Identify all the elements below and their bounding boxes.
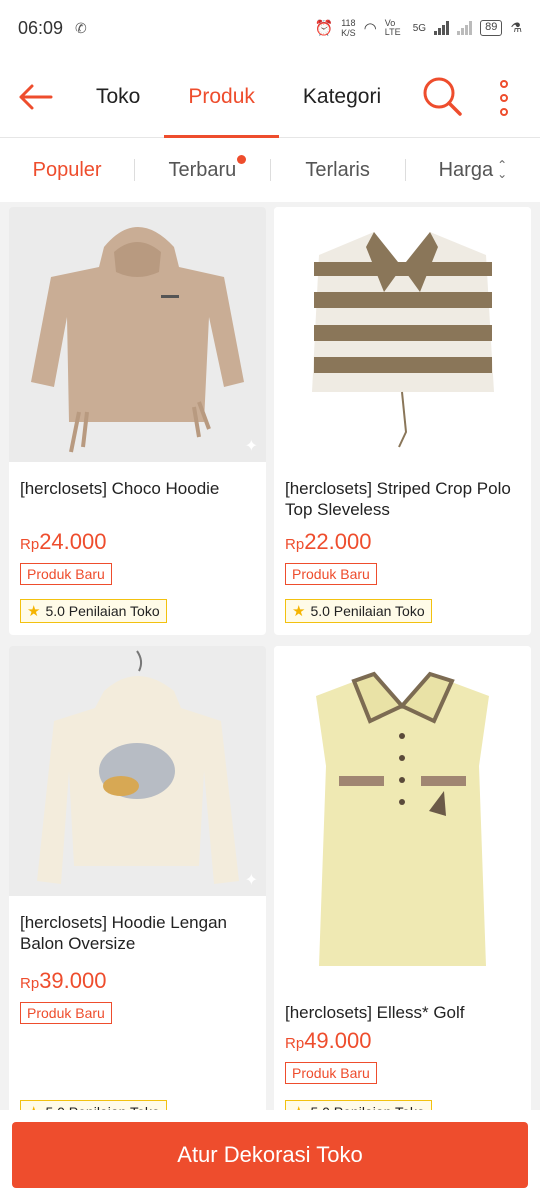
sparkle-icon: ✦ [244, 872, 258, 889]
product-image[interactable] [274, 207, 531, 462]
sort-harga[interactable]: Harga ⌃ ⌄ [406, 159, 540, 182]
status-time: 06:09 [18, 17, 64, 38]
sort-terbaru[interactable]: Terbaru [135, 154, 269, 182]
striped-polo-illustration [274, 207, 531, 462]
more-dot-icon [500, 94, 508, 102]
new-product-badge: Produk Baru [285, 563, 377, 585]
price-currency: Rp [285, 1035, 305, 1052]
star-icon: ★ [27, 603, 41, 620]
product-title: [herclosets] Choco Hoodie [20, 479, 220, 498]
arrow-left-icon [19, 84, 53, 109]
tab-produk[interactable]: Produk [164, 56, 279, 138]
price-currency: Rp [20, 536, 40, 553]
app-root: 06:09 ✆ ⏰ 118 K/S ◠ Vo LTE 5G 89 ⚗ Toko … [0, 0, 540, 1200]
signal-icon [434, 21, 450, 35]
star-icon: ★ [292, 603, 306, 620]
yellow-polo-illustration [274, 646, 531, 986]
net-speed-unit: K/S [341, 28, 356, 38]
shop-rating-badge: ★5.0 Penilaian Toko [20, 599, 167, 623]
shop-rating-badge: ★5.0 Penilaian Toko [285, 599, 432, 623]
product-title: [herclosets] Elless* Golf [285, 1003, 465, 1022]
sort-terlaris-label: Terlaris [305, 158, 370, 181]
product-price: Rp49.000 [274, 1028, 382, 1054]
price-value: 24.000 [39, 529, 107, 554]
sort-harga-label: Harga [438, 158, 494, 181]
alarm-icon: ⏰ [314, 20, 334, 37]
price-value: 22.000 [304, 529, 372, 554]
product-image[interactable] [274, 646, 531, 986]
price-currency: Rp [285, 536, 305, 553]
product-price: Rp39.000 [9, 968, 117, 994]
search-icon [423, 77, 462, 116]
sparkle-icon: ✦ [244, 438, 258, 455]
product-title: [herclosets] Striped Crop Polo Top Sleve… [285, 479, 511, 519]
product-image[interactable]: ✦ [9, 646, 266, 896]
back-button[interactable] [0, 56, 70, 138]
product-card[interactable]: [herclosets] Elless* Golf Rp49.000 Produ… [274, 646, 531, 1116]
product-card[interactable]: [herclosets] Striped Crop Polo Top Sleve… [274, 207, 531, 635]
product-price: Rp24.000 [9, 529, 117, 555]
battery-indicator: 89 [480, 20, 503, 36]
shop-decoration-button[interactable]: Atur Dekorasi Toko [12, 1122, 528, 1188]
more-dot-icon [500, 80, 508, 88]
network-label: 5G [412, 22, 427, 34]
sort-terbaru-label: Terbaru [168, 158, 237, 181]
tab-toko[interactable]: Toko [96, 56, 140, 138]
new-product-badge: Produk Baru [285, 1062, 377, 1084]
cream-hoodie-illustration [9, 646, 266, 896]
hoodie-illustration [9, 207, 266, 462]
product-card[interactable]: ✦ [herclosets] Choco Hoodie Rp24.000 Pro… [9, 207, 266, 635]
top-nav: Toko Produk Kategori [0, 56, 540, 138]
product-price: Rp22.000 [274, 529, 382, 555]
status-bar: 06:09 ✆ ⏰ 118 K/S ◠ Vo LTE 5G 89 ⚗ [0, 0, 540, 56]
tab-kategori[interactable]: Kategori [303, 56, 381, 138]
search-button[interactable] [420, 74, 464, 118]
sort-bar: Populer Terbaru Terlaris Harga ⌃ ⌄ [0, 138, 540, 202]
bottom-bar: Atur Dekorasi Toko [0, 1110, 540, 1200]
sort-populer[interactable]: Populer [0, 159, 134, 182]
price-value: 39.000 [39, 968, 107, 993]
notification-dot [236, 154, 246, 164]
new-product-badge: Produk Baru [20, 563, 112, 585]
rating-text: 5.0 Penilaian Toko [45, 603, 160, 619]
status-icons: ⏰ 118 K/S ◠ Vo LTE 5G 89 ⚗ [314, 18, 522, 38]
sort-populer-label: Populer [32, 158, 102, 181]
new-product-badge: Produk Baru [20, 1002, 112, 1024]
volte-label: Vo LTE [384, 18, 401, 37]
wifi-icon: ◠ [363, 20, 377, 37]
price-value: 49.000 [304, 1028, 372, 1053]
price-currency: Rp [20, 975, 40, 992]
more-dot-icon [500, 108, 508, 116]
signal-icon-2 [457, 21, 473, 35]
net-speed-value: 118 [341, 18, 356, 28]
product-image[interactable]: ✦ [9, 207, 266, 462]
phone-call-icon: ✆ [75, 19, 87, 36]
rating-text: 5.0 Penilaian Toko [310, 603, 425, 619]
product-card[interactable]: ✦ [herclosets] Hoodie Lengan Balon Overs… [9, 646, 266, 1116]
product-title: [herclosets] Hoodie Lengan Balon Oversiz… [20, 913, 227, 953]
net-speed: 118 K/S [341, 18, 356, 38]
sort-terlaris[interactable]: Terlaris [271, 159, 405, 182]
more-options-button[interactable] [490, 76, 518, 120]
flask-icon: ⚗ [510, 20, 522, 35]
sort-updown-icon: ⌃ ⌄ [497, 158, 508, 182]
